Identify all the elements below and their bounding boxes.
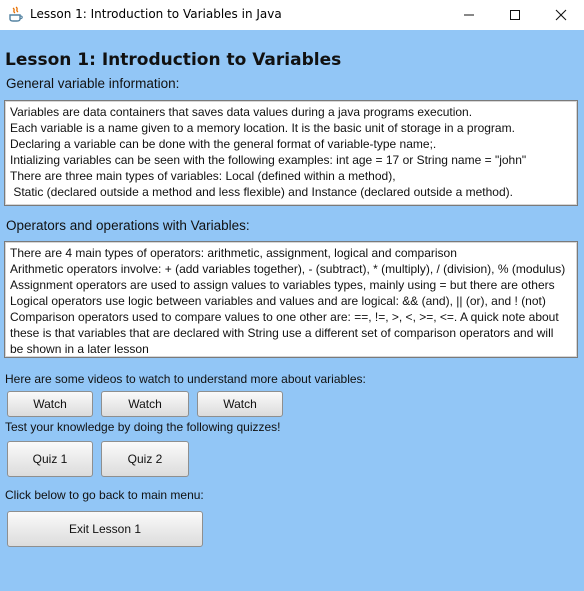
operators-line: Arithmetic operators involve: + (add var… [10,262,566,276]
title-bar: Lesson 1: Introduction to Variables in J… [0,0,584,30]
operators-line: Assignment operators are used to assign … [10,278,555,292]
close-button[interactable] [538,0,584,30]
minimize-button[interactable] [446,0,492,30]
maximize-icon [510,10,520,20]
quiz-1-button[interactable]: Quiz 1 [7,441,93,477]
operators-label: Operators and operations with Variables: [6,218,250,233]
java-icon [8,6,24,23]
watch-video-3-button[interactable]: Watch [197,391,283,417]
minimize-icon [464,14,474,16]
exit-lesson-button[interactable]: Exit Lesson 1 [7,511,203,547]
videos-text: Here are some videos to watch to underst… [5,372,366,386]
quizzes-text: Test your knowledge by doing the followi… [5,420,281,434]
lesson-heading: Lesson 1: Introduction to Variables [5,50,342,70]
window-title: Lesson 1: Introduction to Variables in J… [30,7,282,21]
lesson-content: Lesson 1: Introduction to Variables Gene… [0,30,584,591]
operators-line: Comparison operators used to compare val… [10,310,559,324]
operators-line: Logical operators use logic between vari… [10,294,546,308]
general-line: Intializing variables can be seen with t… [10,153,527,167]
operators-line: be shown in a later lesson [10,342,149,356]
operators-textarea[interactable]: There are 4 main types of operators: ari… [4,241,578,358]
general-info-label: General variable information: [6,76,180,91]
general-line: Static (declared outside a method and le… [10,185,513,199]
close-icon [555,9,567,21]
general-line: There are three main types of variables:… [10,169,396,183]
general-line: Variables are data containers that saves… [10,105,473,119]
operators-line: There are 4 main types of operators: ari… [10,246,457,260]
exit-text: Click below to go back to main menu: [5,488,204,502]
general-line: Declaring a variable can be done with th… [10,137,437,151]
watch-video-1-button[interactable]: Watch [7,391,93,417]
operators-line: these is that variables that are declare… [10,326,554,340]
general-info-textarea[interactable]: Variables are data containers that saves… [4,100,578,206]
lesson-window: Lesson 1: Introduction to Variables in J… [0,0,584,591]
general-line: Each variable is a name given to a memor… [10,121,515,135]
watch-video-2-button[interactable]: Watch [101,391,189,417]
quiz-2-button[interactable]: Quiz 2 [101,441,189,477]
maximize-button[interactable] [492,0,538,30]
